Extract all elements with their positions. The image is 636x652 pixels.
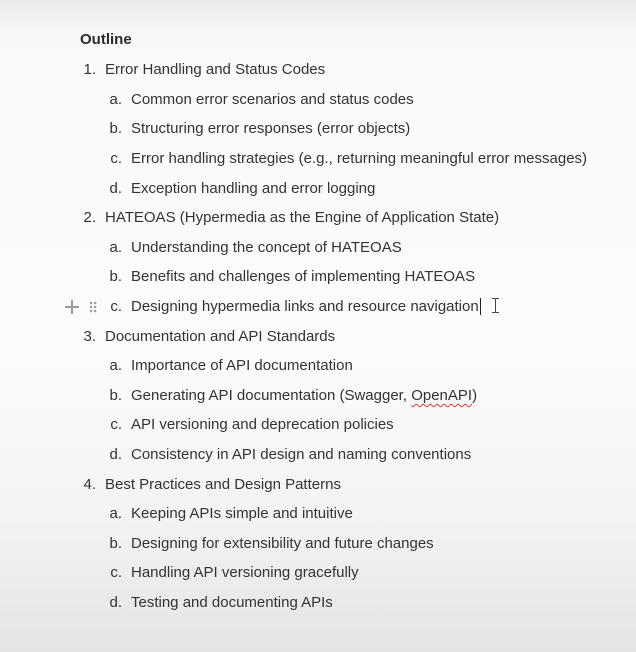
list-item[interactable]: a. Keeping APIs simple and intuitive	[0, 503, 353, 525]
list-item[interactable]: c. Handling API versioning gracefully	[0, 562, 359, 584]
list-item-text: Designing hypermedia links and resource …	[131, 298, 479, 315]
list-item[interactable]: a. Common error scenarios and status code…	[0, 89, 414, 111]
list-item-text: Designing for extensibility and future c…	[131, 535, 434, 552]
list-marker: c.	[110, 298, 122, 315]
list-item-text: Consistency in API design and naming con…	[131, 446, 472, 463]
text-segment: )	[472, 387, 478, 404]
list-item[interactable]: c. Designing hypermedia links and resourc…	[0, 296, 481, 318]
list-item-text: Testing and documenting APIs	[131, 594, 333, 611]
list-marker: 4.	[83, 476, 96, 493]
list-marker: c.	[110, 150, 122, 167]
document-editor[interactable]: Outline 1. Error Handling and Status Code…	[0, 0, 636, 652]
list-marker: 1.	[83, 61, 96, 78]
list-item-text: Handling API versioning gracefully	[131, 564, 359, 581]
list-item[interactable]: d. Testing and documenting APIs	[0, 592, 333, 614]
misspelled-word[interactable]: OpenAPI	[411, 387, 472, 404]
list-item[interactable]: 1. Error Handling and Status Codes	[0, 59, 325, 81]
list-item[interactable]: c. Error handling strategies (e.g., retur…	[0, 148, 587, 170]
text-cursor-icon	[492, 298, 499, 313]
list-item[interactable]: 4. Best Practices and Design Patterns	[0, 474, 341, 496]
list-marker: b.	[109, 387, 122, 404]
text-caret	[479, 297, 481, 315]
list-item-text: Documentation and API Standards	[105, 328, 336, 345]
list-marker: b.	[109, 268, 122, 285]
list-marker: d.	[109, 446, 122, 463]
list-item-text: Generating API documentation (Swagger, O…	[131, 385, 477, 407]
list-marker: b.	[109, 120, 122, 137]
list-item-text: API versioning and deprecation policies	[131, 416, 394, 433]
list-item-text: Exception handling and error logging	[131, 180, 376, 197]
list-item-text: Importance of API documentation	[131, 357, 353, 374]
list-item[interactable]: c. API versioning and deprecation policie…	[0, 414, 394, 436]
list-item-text: Error Handling and Status Codes	[105, 61, 326, 78]
list-marker: c.	[110, 416, 122, 433]
list-marker: a.	[109, 91, 122, 108]
list-item[interactable]: 2. HATEOAS (Hypermedia as the Engine of A…	[0, 207, 499, 229]
list-item-text: Understanding the concept of HATEOAS	[131, 239, 402, 256]
list-item[interactable]: a. Understanding the concept of HATEOAS	[0, 237, 402, 259]
list-item[interactable]: 3. Documentation and API Standards	[0, 326, 335, 348]
list-marker: a.	[109, 357, 122, 374]
list-item-text: Best Practices and Design Patterns	[105, 476, 341, 493]
list-marker: c.	[110, 564, 122, 581]
list-item[interactable]: b. Benefits and challenges of implementin…	[0, 266, 475, 288]
list-item-text: Structuring error responses (error objec…	[131, 120, 411, 137]
list-item[interactable]: d. Exception handling and error logging	[0, 178, 375, 200]
list-marker: d.	[109, 180, 122, 197]
list-item-text: Common error scenarios and status codes	[131, 91, 414, 108]
list-marker: a.	[109, 505, 122, 522]
list-item[interactable]: a. Importance of API documentation	[0, 355, 353, 377]
list-item-text: Error handling strategies (e.g., returni…	[131, 150, 588, 167]
list-item[interactable]: b. Designing for extensibility and future…	[0, 533, 434, 555]
list-item-text: HATEOAS (Hypermedia as the Engine of App…	[105, 209, 500, 226]
list-item-text: Keeping APIs simple and intuitive	[131, 505, 353, 522]
list-marker: a.	[109, 239, 122, 256]
list-marker: d.	[109, 594, 122, 611]
list-item[interactable]: b. Generating API documentation (Swagger,…	[0, 385, 477, 407]
list-item[interactable]: b. Structuring error responses (error obj…	[0, 118, 410, 140]
list-item[interactable]: d. Consistency in API design and naming c…	[0, 444, 471, 466]
list-marker: 3.	[83, 328, 96, 345]
list-item-text: Benefits and challenges of implementing …	[131, 268, 476, 285]
text-segment: Generating API documentation (Swagger,	[131, 387, 412, 404]
outline-heading: Outline	[80, 31, 132, 48]
list-marker: 2.	[83, 209, 96, 226]
list-marker: b.	[109, 535, 122, 552]
